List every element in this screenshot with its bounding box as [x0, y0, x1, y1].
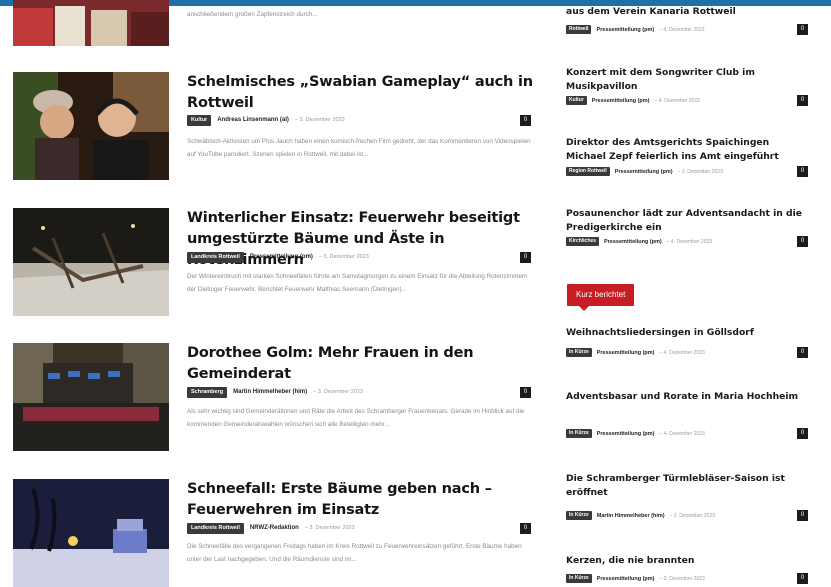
article-title[interactable]: Schelmisches „Swabian Gameplay“ auch in … [187, 72, 537, 114]
sidebar-date: 3. Dezember 2023 [678, 169, 723, 175]
sidebar-date: 4. Dezember 2023 [655, 98, 700, 104]
comment-count-icon[interactable]: 0 [797, 347, 808, 358]
sidebar-item-title[interactable]: Konzert mit dem Songwriter Club im Musik… [566, 66, 806, 93]
sidebar-item-title[interactable]: Posaunenchor lädt zur Adventsandacht in … [566, 207, 806, 234]
comment-count-icon[interactable]: 0 [797, 428, 808, 439]
comment-count-icon[interactable]: 0 [520, 387, 531, 398]
category-badge[interactable]: Kultur [566, 96, 587, 105]
sidebar-item-meta: Region Rottweil Pressemitteilung (pm) 3.… [566, 166, 723, 177]
kurz-author[interactable]: Martin Himmelheber (him) [597, 513, 665, 519]
category-badge[interactable]: Schramberg [187, 386, 228, 398]
comment-count-icon[interactable]: 0 [520, 115, 531, 126]
article-date: 3. Dezember 2023 [313, 389, 363, 395]
kurz-date: 3. Dezember 2023 [660, 576, 705, 582]
sidebar-date: 4. Dezember 2023 [667, 239, 712, 245]
article-thumbnail[interactable] [13, 479, 169, 587]
sidebar-item-meta: Kultur Pressemitteilung (pm) 4. Dezember… [566, 95, 700, 106]
kurz-date: 4. Dezember 2023 [660, 431, 705, 437]
category-badge[interactable]: Kirchliches [566, 237, 599, 246]
kurz-author[interactable]: Pressemitteilung (pm) [597, 576, 655, 582]
category-badge[interactable]: In Kürze [566, 511, 592, 520]
kurz-item-meta: In Kürze Pressemitteilung (pm) 4. Dezemb… [566, 428, 705, 439]
article-author[interactable]: NRWZ-Redaktion [250, 525, 299, 531]
category-badge[interactable]: In Kürze [566, 429, 592, 438]
article-title[interactable]: Schneefall: Erste Bäume geben nach – Feu… [187, 479, 537, 521]
sidebar-item-title[interactable]: Direktor des Amtsgerichts Spaichingen Mi… [566, 136, 806, 163]
article-title[interactable]: Dorothee Golm: Mehr Frauen in den Gemein… [187, 343, 537, 385]
category-badge[interactable]: In Kürze [566, 348, 592, 357]
comment-count-icon[interactable]: 0 [520, 523, 531, 534]
sidebar-item-title[interactable]: aus dem Verein Kanaria Rottweil [566, 5, 806, 19]
article-meta: Landkreis Rottweil NRWZ-Redaktion 3. Dez… [187, 522, 355, 534]
comment-count-icon[interactable]: 0 [797, 95, 808, 106]
article-date: 3. Dezember 2023 [305, 525, 354, 531]
article-excerpt: Als sehr wichtig sind Gemeinderätinnen u… [187, 408, 525, 428]
sidebar-author[interactable]: Pressemitteilung (pm) [615, 169, 673, 175]
category-badge[interactable]: Rottweil [566, 25, 592, 34]
category-badge[interactable]: Kultur [187, 114, 212, 126]
article-author[interactable]: Pressemitteilung (pm) [250, 254, 313, 260]
kurz-item-meta: In Kürze Martin Himmelheber (him) 3. Dez… [566, 510, 715, 521]
article-date: 3. Dezember 2023 [295, 117, 344, 123]
kurz-author[interactable]: Pressemitteilung (pm) [597, 350, 655, 356]
article-thumbnail[interactable] [13, 72, 169, 180]
comment-count-icon[interactable]: 0 [797, 573, 808, 584]
kurz-item-title[interactable]: Kerzen, die nie brannten [566, 554, 806, 568]
kurz-date: 4. Dezember 2023 [660, 350, 705, 356]
kurz-item-title[interactable]: Adventsbasar und Rorate in Maria Hochhei… [566, 390, 806, 404]
sidebar-item-meta: Kirchliches Pressemitteilung (pm) 4. Dez… [566, 236, 712, 247]
article-meta: Schramberg Martin Himmelheber (him) 3. D… [187, 386, 363, 398]
article-meta: Landkreis Rottweil Pressemitteilung (pm)… [187, 251, 369, 263]
article-excerpt: Der Wintereinbruch mit starken Schneefäl… [187, 273, 528, 293]
category-badge[interactable]: Landkreis Rottweil [187, 522, 244, 534]
category-badge[interactable]: Region Rottweil [566, 167, 610, 176]
sidebar-author[interactable]: Pressemitteilung (pm) [596, 27, 654, 33]
comment-count-icon[interactable]: 0 [797, 236, 808, 247]
article-excerpt-top: anschließendem großen Zapfenstreich durc… [187, 11, 318, 18]
kurz-item-title[interactable]: Die Schramberger Türmlebläser-Saison ist… [566, 472, 806, 499]
comment-count-icon[interactable]: 0 [797, 166, 808, 177]
kurz-item-meta: In Kürze Pressemitteilung (pm) 4. Dezemb… [566, 347, 705, 358]
article-excerpt: Schwäbisch-Aktivisten um Plus Jauch habe… [187, 138, 531, 158]
article-thumbnail[interactable] [13, 208, 169, 316]
article-excerpt: Die Schneefälle des vergangenen Freitags… [187, 543, 522, 563]
article-meta: Kultur Andreas Linsenmann (al) 3. Dezemb… [187, 114, 345, 126]
article-author[interactable]: Martin Himmelheber (him) [233, 389, 307, 395]
sidebar-author[interactable]: Pressemitteilung (pm) [604, 239, 662, 245]
kurz-author[interactable]: Pressemitteilung (pm) [597, 431, 655, 437]
sidebar-item-meta: Rottweil Pressemitteilung (pm) 4. Dezemb… [566, 24, 705, 35]
article-date: 3. Dezember 2023 [319, 254, 369, 260]
sidebar-date: 4. Dezember 2023 [659, 27, 704, 33]
kurz-item-meta: In Kürze Pressemitteilung (pm) 3. Dezemb… [566, 573, 705, 584]
sidebar-author[interactable]: Pressemitteilung (pm) [592, 98, 650, 104]
kurz-berichtet-heading[interactable]: Kurz berichtet [567, 284, 635, 311]
article-thumbnail-top[interactable] [13, 0, 169, 46]
article-author[interactable]: Andreas Linsenmann (al) [217, 117, 289, 123]
comment-count-icon[interactable]: 0 [797, 24, 808, 35]
comment-count-icon[interactable]: 0 [797, 510, 808, 521]
category-badge[interactable]: Landkreis Rottweil [187, 251, 244, 263]
comment-count-icon[interactable]: 0 [520, 252, 531, 263]
article-thumbnail[interactable] [13, 343, 169, 451]
kurz-item-title[interactable]: Weihnachtsliedersingen in Göllsdorf [566, 326, 806, 340]
category-badge[interactable]: In Kürze [566, 574, 592, 583]
kurz-date: 3. Dezember 2023 [670, 513, 715, 519]
